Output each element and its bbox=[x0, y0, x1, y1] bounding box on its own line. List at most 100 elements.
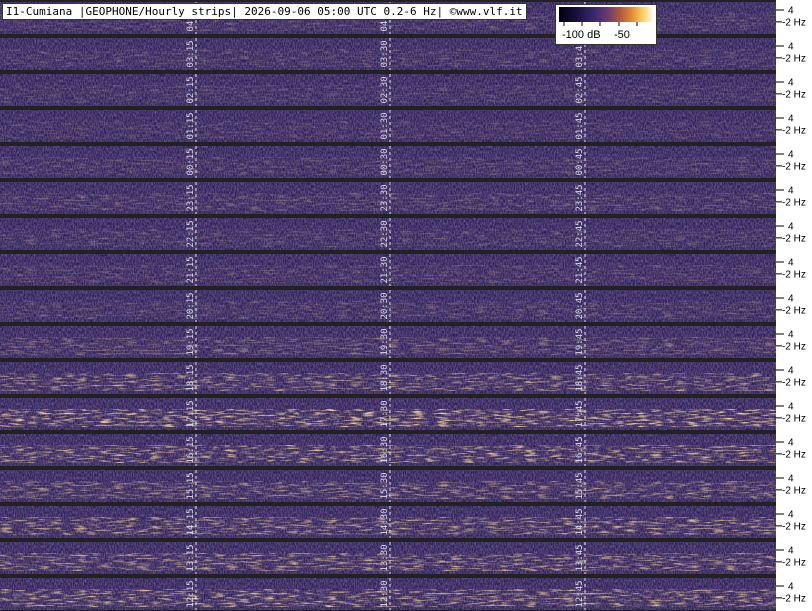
time-label: 18:15 bbox=[186, 364, 196, 391]
strip-group: 04:1504:3004:4503:1503:3003:4502:1502:30… bbox=[0, 0, 776, 611]
axis-label-4: 4 bbox=[788, 294, 794, 305]
time-label: 13:15 bbox=[186, 544, 196, 571]
axis-label-4: 4 bbox=[788, 222, 794, 233]
time-label: 00:15 bbox=[186, 148, 196, 175]
time-label: 21:30 bbox=[380, 256, 390, 283]
axis-label-4: 4 bbox=[788, 258, 794, 269]
hour-strip: 03:15 03:30 03:45 bbox=[0, 36, 776, 72]
hour-strip: 14:15 14:30 14:45 bbox=[0, 504, 776, 540]
axis-label-2hz: -2 Hz bbox=[782, 17, 806, 28]
axis-label-2hz: -2 Hz bbox=[782, 53, 806, 64]
hour-strip: 15:15 15:30 15:45 bbox=[0, 468, 776, 504]
hour-strip: 18:15 18:30 18:45 bbox=[0, 360, 776, 396]
time-label: 14:45 bbox=[575, 508, 585, 535]
hour-strip: 16:15 16:30 16:45 bbox=[0, 432, 776, 468]
axis-label-4: 4 bbox=[788, 6, 794, 17]
axis-label-2hz: -2 Hz bbox=[782, 341, 806, 352]
time-label: 02:45 bbox=[575, 76, 585, 103]
time-label: 01:15 bbox=[186, 112, 196, 139]
time-label: 22:15 bbox=[186, 220, 196, 247]
time-label: 22:45 bbox=[575, 220, 585, 247]
time-label: 21:15 bbox=[186, 256, 196, 283]
hour-strip: 20:15 20:30 20:45 bbox=[0, 288, 776, 324]
time-label: 20:15 bbox=[186, 292, 196, 319]
time-label: 01:45 bbox=[575, 112, 585, 139]
time-label: 19:45 bbox=[575, 328, 585, 355]
colorbar-gradient bbox=[559, 7, 652, 22]
time-label: 23:45 bbox=[575, 184, 585, 211]
axis-label-2hz: -2 Hz bbox=[782, 485, 806, 496]
time-label: 00:30 bbox=[380, 148, 390, 175]
colorbar: -100 dB -50 bbox=[555, 4, 657, 45]
time-label: 19:15 bbox=[186, 328, 196, 355]
axis-label-4: 4 bbox=[788, 582, 794, 593]
time-label: 00:45 bbox=[575, 148, 585, 175]
colorbar-min-label: -100 dB bbox=[562, 29, 601, 41]
time-label: 18:45 bbox=[575, 364, 585, 391]
time-label: 19:30 bbox=[380, 328, 390, 355]
axis-label-4: 4 bbox=[788, 186, 794, 197]
axis-label-2hz: -2 Hz bbox=[782, 557, 806, 568]
time-label: 12:15 bbox=[186, 580, 196, 607]
frequency-axis: 4-2 Hz4-2 Hz4-2 Hz4-2 Hz4-2 Hz4-2 Hz4-2 … bbox=[776, 6, 806, 604]
time-label: 17:45 bbox=[575, 400, 585, 427]
time-label: 03:30 bbox=[380, 40, 390, 67]
time-label: 23:15 bbox=[186, 184, 196, 211]
chart-title: I1-Cumiana |GEOPHONE/Hourly strips| 2026… bbox=[2, 3, 527, 20]
time-label: 17:30 bbox=[380, 400, 390, 427]
axis-label-4: 4 bbox=[788, 474, 794, 485]
axis-label-4: 4 bbox=[788, 438, 794, 449]
axis-label-2hz: -2 Hz bbox=[782, 413, 806, 424]
axis-label-2hz: -2 Hz bbox=[782, 233, 806, 244]
hour-strip: 23:15 23:30 23:45 bbox=[0, 180, 776, 216]
time-label: 20:45 bbox=[575, 292, 585, 319]
time-label: 15:15 bbox=[186, 472, 196, 499]
hour-strip: 02:15 02:30 02:45 bbox=[0, 72, 776, 108]
time-label: 18:30 bbox=[380, 364, 390, 391]
axis-label-2hz: -2 Hz bbox=[782, 305, 806, 316]
axis-label-4: 4 bbox=[788, 78, 794, 89]
axis-label-2hz: -2 Hz bbox=[782, 125, 806, 136]
axis-label-2hz: -2 Hz bbox=[782, 521, 806, 532]
axis-label-2hz: -2 Hz bbox=[782, 593, 806, 604]
time-label: 12:30 bbox=[380, 580, 390, 607]
axis-label-4: 4 bbox=[788, 366, 794, 377]
axis-label-2hz: -2 Hz bbox=[782, 161, 806, 172]
hour-strip: 19:15 19:30 19:45 bbox=[0, 324, 776, 360]
axis-label-4: 4 bbox=[788, 114, 794, 125]
time-label: 02:30 bbox=[380, 76, 390, 103]
time-label: 13:45 bbox=[575, 544, 585, 571]
time-label: 16:15 bbox=[186, 436, 196, 463]
axis-label-4: 4 bbox=[788, 150, 794, 161]
time-label: 01:30 bbox=[380, 112, 390, 139]
spectrogram-chart: 04:1504:3004:4503:1503:3003:4502:1502:30… bbox=[0, 0, 806, 611]
axis-label-2hz: -2 Hz bbox=[782, 269, 806, 280]
axis-label-4: 4 bbox=[788, 330, 794, 341]
hour-strip: 12:15 12:30 12:45 bbox=[0, 576, 776, 611]
axis-label-4: 4 bbox=[788, 402, 794, 413]
time-label: 22:30 bbox=[380, 220, 390, 247]
time-label: 03:15 bbox=[186, 40, 196, 67]
colorbar-max-label: -50 bbox=[614, 29, 630, 41]
axis-label-2hz: -2 Hz bbox=[782, 377, 806, 388]
hour-strip: 17:15 17:30 17:45 bbox=[0, 396, 776, 432]
time-label: 02:15 bbox=[186, 76, 196, 103]
time-label: 21:45 bbox=[575, 256, 585, 283]
time-label: 15:30 bbox=[380, 472, 390, 499]
axis-label-2hz: -2 Hz bbox=[782, 197, 806, 208]
axis-label-2hz: -2 Hz bbox=[782, 89, 806, 100]
axis-label-4: 4 bbox=[788, 42, 794, 53]
time-label: 16:30 bbox=[380, 436, 390, 463]
time-label: 13:30 bbox=[380, 544, 390, 571]
axis-label-2hz: -2 Hz bbox=[782, 449, 806, 460]
time-label: 14:15 bbox=[186, 508, 196, 535]
time-label: 14:30 bbox=[380, 508, 390, 535]
hour-strip: 13:15 13:30 13:45 bbox=[0, 540, 776, 576]
time-label: 16:45 bbox=[575, 436, 585, 463]
time-label: 20:30 bbox=[380, 292, 390, 319]
axis-label-4: 4 bbox=[788, 510, 794, 521]
time-label: 23:30 bbox=[380, 184, 390, 211]
time-label: 15:45 bbox=[575, 472, 585, 499]
hour-strip: 21:15 21:30 21:45 bbox=[0, 252, 776, 288]
hour-strip: 00:15 00:30 00:45 bbox=[0, 144, 776, 180]
